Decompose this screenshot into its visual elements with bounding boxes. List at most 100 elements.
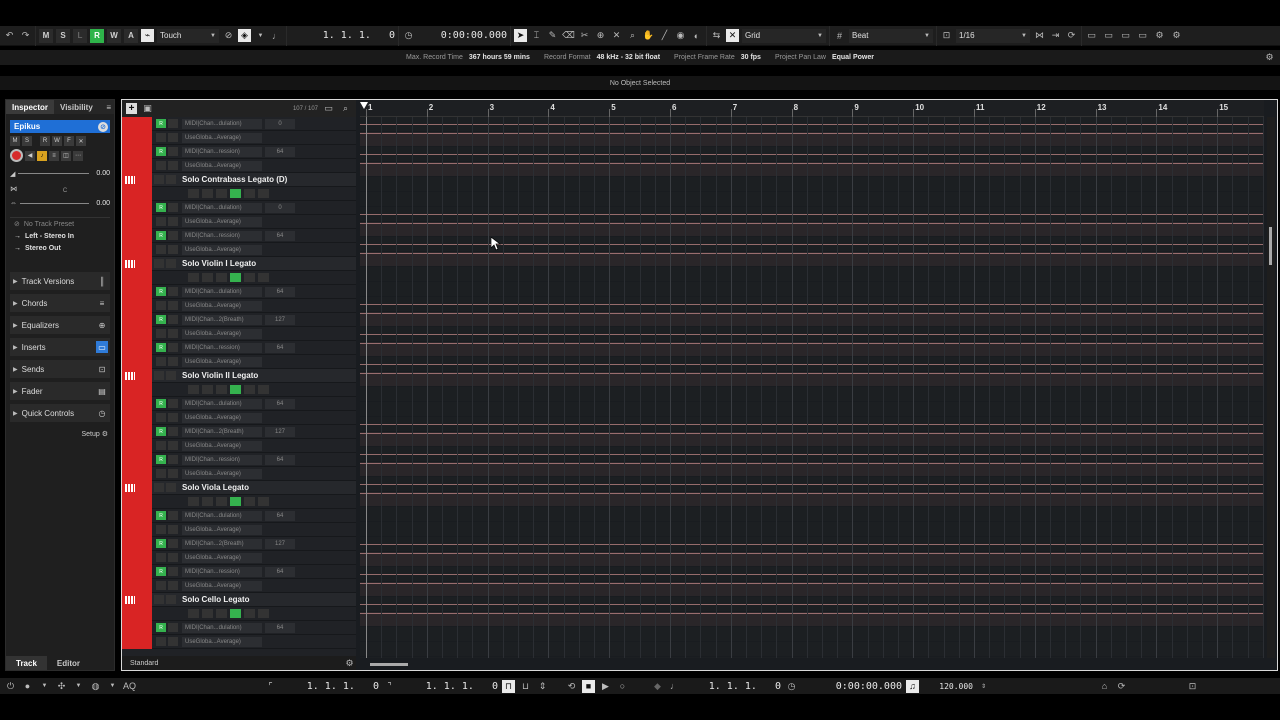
settings-icon[interactable]: ⚙ — [1153, 29, 1166, 42]
pre-count-icon[interactable]: ⇕ — [536, 680, 549, 693]
lane-toggle[interactable] — [156, 553, 166, 562]
toolbar-position-display[interactable]: 1. 1. 1. 0 — [323, 30, 395, 41]
automation-lane-display[interactable] — [360, 252, 1264, 266]
connection-icon[interactable]: ⌂ — [1098, 680, 1111, 693]
read-toggle[interactable] — [230, 609, 241, 618]
write-toggle[interactable] — [168, 427, 178, 436]
lane-parameter[interactable]: UseGloba...Average) — [182, 356, 262, 367]
clock-icon[interactable]: ◷ — [785, 680, 798, 693]
automation-lane[interactable]: UseGloba...Average) — [122, 242, 356, 257]
automation-lane[interactable]: UseGloba...Average) — [122, 438, 356, 453]
output-routing[interactable]: → Stereo Out — [10, 242, 110, 254]
automation-curve[interactable] — [360, 493, 1264, 494]
mute-toggle[interactable] — [154, 175, 164, 184]
monitor-toggle[interactable] — [202, 273, 213, 282]
close-icon[interactable]: ✕ — [76, 136, 86, 146]
lane-toggle[interactable] — [156, 525, 166, 534]
automation-curve[interactable] — [360, 454, 1264, 455]
automation-curve[interactable] — [360, 253, 1264, 254]
automation-lane-display[interactable] — [360, 657, 1264, 658]
lane-parameter[interactable]: MIDI|Chan...2(Breath) — [182, 426, 262, 437]
automation-curve[interactable] — [360, 574, 1264, 575]
automation-lane[interactable]: UseGloba...Average) — [122, 354, 356, 369]
automation-lane[interactable]: R MIDI|Chan...ression) 64 — [122, 452, 356, 467]
automation-lane-display[interactable] — [360, 432, 1264, 446]
section-track-versions[interactable]: ▶ Track Versions ║ — [10, 272, 110, 290]
write-toggle[interactable] — [168, 161, 178, 170]
lane-parameter[interactable]: MIDI|Chan...dulation) — [182, 510, 262, 521]
punch-in-icon[interactable]: ⊓ — [502, 679, 515, 693]
automation-lane-display[interactable] — [360, 192, 1264, 206]
write-toggle[interactable] — [168, 329, 178, 338]
monitor-toggle[interactable]: ◀ — [25, 150, 35, 161]
lane-parameter[interactable]: UseGloba...Average) — [182, 440, 262, 451]
read-toggle[interactable] — [230, 497, 241, 506]
write-toggle[interactable] — [168, 399, 178, 408]
play-icon[interactable]: ▶ — [599, 680, 612, 693]
lane-parameter[interactable]: UseGloba...Average) — [182, 552, 262, 563]
automation-lane-display[interactable] — [360, 222, 1264, 236]
automation-lane[interactable]: UseGloba...Average) — [122, 522, 356, 537]
section-inserts[interactable]: ▶ Inserts ▭ — [10, 338, 110, 356]
automation-curve[interactable] — [360, 214, 1264, 215]
track-name[interactable]: Solo Violin II Legato — [182, 371, 258, 380]
lane-toggle[interactable] — [156, 413, 166, 422]
volume-slider[interactable] — [18, 173, 89, 174]
automation-lane[interactable]: R MIDI|Chan...ression) 64 — [122, 228, 356, 243]
lane-parameter[interactable]: MIDI|Chan...2(Breath) — [182, 314, 262, 325]
folder-icon[interactable]: ▣ — [141, 102, 154, 115]
solo-toggle[interactable]: S — [22, 136, 32, 146]
lane-value[interactable]: 0 — [265, 118, 295, 129]
automation-lane[interactable]: R MIDI|Chan...dulation) 0 — [122, 200, 356, 215]
chevron-down-icon[interactable]: ▼ — [72, 680, 85, 693]
automation-lane[interactable]: UseGloba...Average) — [122, 298, 356, 313]
record-toggle[interactable] — [188, 609, 199, 618]
automation-curve[interactable] — [360, 313, 1264, 314]
track-lane[interactable] — [360, 177, 1264, 191]
monitor-toggle[interactable] — [202, 189, 213, 198]
left-locator-display[interactable]: 1. 1. 1. 0 — [281, 681, 379, 692]
lane-parameter[interactable]: UseGloba...Average) — [182, 524, 262, 535]
lane-toggle[interactable] — [156, 245, 166, 254]
lane-value[interactable]: 64 — [265, 342, 295, 353]
track-name[interactable]: Solo Cello Legato — [182, 595, 250, 604]
automation-lane-display[interactable] — [360, 522, 1264, 536]
solo-toggle[interactable] — [166, 371, 176, 380]
link-icon[interactable]: ⋯ — [73, 150, 83, 161]
read-toggle[interactable]: R — [40, 136, 50, 146]
lane-parameter[interactable]: MIDI|Chan...ression) — [182, 454, 262, 465]
instrument-track[interactable]: Solo Cello Legato — [122, 592, 356, 607]
lane-parameter[interactable]: MIDI|Chan...ression) — [182, 230, 262, 241]
write-toggle[interactable] — [244, 497, 255, 506]
refresh-icon[interactable]: ⟳ — [1115, 680, 1128, 693]
automation-curve[interactable] — [360, 553, 1264, 554]
automation-curve[interactable] — [360, 154, 1264, 155]
record-format[interactable]: Record Format 48 kHz - 32 bit float — [544, 54, 660, 61]
lane-toggle[interactable] — [258, 385, 269, 394]
mute-tool-icon[interactable]: ✕ — [610, 29, 623, 42]
lane-toggle[interactable] — [258, 189, 269, 198]
automation-lane[interactable]: R MIDI|Chan...dulation) 0 — [122, 117, 356, 131]
read-automation-button[interactable]: R — [90, 28, 104, 43]
automation-lane-display[interactable] — [360, 132, 1264, 146]
automation-lane[interactable]: UseGloba...Average) — [122, 158, 356, 173]
timeline-ruler[interactable]: 1 2 3 4 5 6 7 8 9 10 11 12 13 14 15 — [360, 100, 1264, 117]
track-lane[interactable] — [360, 267, 1264, 281]
lane-toggle[interactable] — [156, 357, 166, 366]
instrument-track[interactable]: Solo Contrabass Legato (D) — [122, 172, 356, 187]
lane-parameter[interactable]: MIDI|Chan...2(Breath) — [182, 538, 262, 549]
write-toggle[interactable] — [168, 287, 178, 296]
mute-toggle[interactable] — [154, 595, 164, 604]
color-tool-icon[interactable]: ◐ — [690, 29, 703, 42]
chevron-down-icon[interactable]: ▼ — [38, 680, 51, 693]
record-icon[interactable]: ○ — [616, 680, 629, 693]
eraser-tool-icon[interactable]: ⌫ — [562, 29, 575, 42]
midi-icon[interactable]: ◫ — [61, 150, 71, 161]
tab-track[interactable]: Track — [6, 656, 47, 670]
automation-lane-display[interactable] — [360, 642, 1264, 656]
read-toggle[interactable]: R — [156, 567, 166, 576]
gear-icon[interactable]: ⚙ — [1263, 51, 1276, 64]
read-toggle[interactable]: R — [156, 119, 166, 128]
refresh-icon[interactable]: ⟳ — [1065, 29, 1078, 42]
solo-toggle[interactable] — [166, 259, 176, 268]
